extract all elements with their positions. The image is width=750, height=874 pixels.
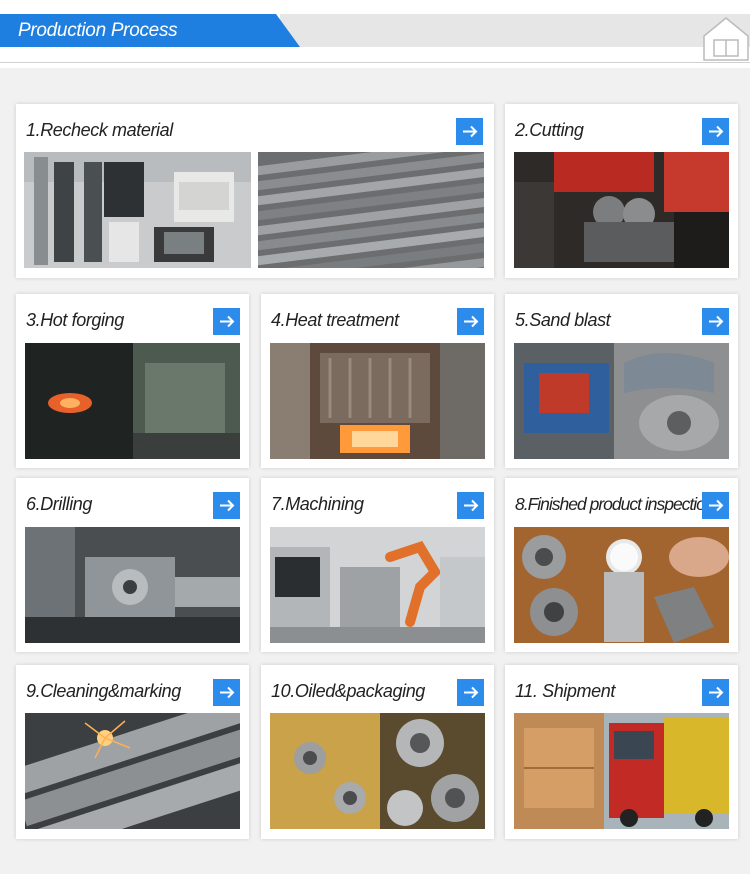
step-card-heat-treatment: 4.Heat treatment: [261, 294, 494, 468]
step-label: 1.Recheck material: [26, 120, 173, 140]
shipment-photo: [514, 713, 729, 829]
step-card-hot-forging: 3.Hot forging: [16, 294, 249, 468]
arrow-right-icon[interactable]: [702, 118, 729, 145]
arrow-right-icon[interactable]: [702, 679, 729, 706]
furnace-photo: [270, 343, 485, 459]
arrow-right-icon[interactable]: [456, 118, 483, 145]
sand-blast-photo: [514, 343, 729, 459]
arrow-right-icon[interactable]: [213, 679, 240, 706]
step-card-finished-product-inspection: 8.Finished product inspection: [505, 478, 738, 652]
step-label: 10.Oiled&packaging: [271, 681, 425, 701]
step-label: 3.Hot forging: [26, 310, 124, 330]
step-card-cleaning-marking: 9.Cleaning&marking: [16, 665, 249, 839]
forging-photo: [25, 343, 240, 459]
steel-bars-photo: [258, 152, 484, 268]
arrow-right-icon[interactable]: [702, 492, 729, 519]
step-label: 11. Shipment: [515, 681, 615, 701]
divider: [0, 62, 750, 63]
step-card-shipment: 11. Shipment: [505, 665, 738, 839]
inspection-photo: [514, 527, 729, 643]
step-label: 4.Heat treatment: [271, 310, 399, 330]
arrow-right-icon[interactable]: [457, 679, 484, 706]
cutting-photo: [514, 152, 729, 268]
step-card-oiled-packaging: 10.Oiled&packaging: [261, 665, 494, 839]
arrow-right-icon[interactable]: [213, 308, 240, 335]
machining-photo: [270, 527, 485, 643]
marking-photo: [25, 713, 240, 829]
step-card-sand-blast: 5.Sand blast: [505, 294, 738, 468]
house-icon: [702, 14, 750, 62]
testing-machine-photo: [24, 152, 251, 268]
section-header: Production Process: [0, 0, 750, 68]
step-card-machining: 7.Machining: [261, 478, 494, 652]
arrow-right-icon[interactable]: [213, 492, 240, 519]
arrow-right-icon[interactable]: [457, 308, 484, 335]
arrow-right-icon[interactable]: [457, 492, 484, 519]
step-label: 5.Sand blast: [515, 310, 611, 330]
arrow-right-icon[interactable]: [702, 308, 729, 335]
step-label: 2.Cutting: [515, 120, 584, 140]
packaging-photo: [270, 713, 485, 829]
drilling-photo: [25, 527, 240, 643]
step-label: 6.Drilling: [26, 494, 93, 514]
section-title: Production Process: [18, 20, 178, 41]
step-card-cutting: 2.Cutting: [505, 104, 738, 278]
header-grey-bar: [280, 14, 750, 47]
step-card-drilling: 6.Drilling: [16, 478, 249, 652]
step-label: 9.Cleaning&marking: [26, 681, 181, 701]
step-label: 8.Finished product inspection: [515, 494, 715, 514]
step-card-recheck-material: 1.Recheck material: [16, 104, 494, 278]
step-label: 7.Machining: [271, 494, 364, 514]
